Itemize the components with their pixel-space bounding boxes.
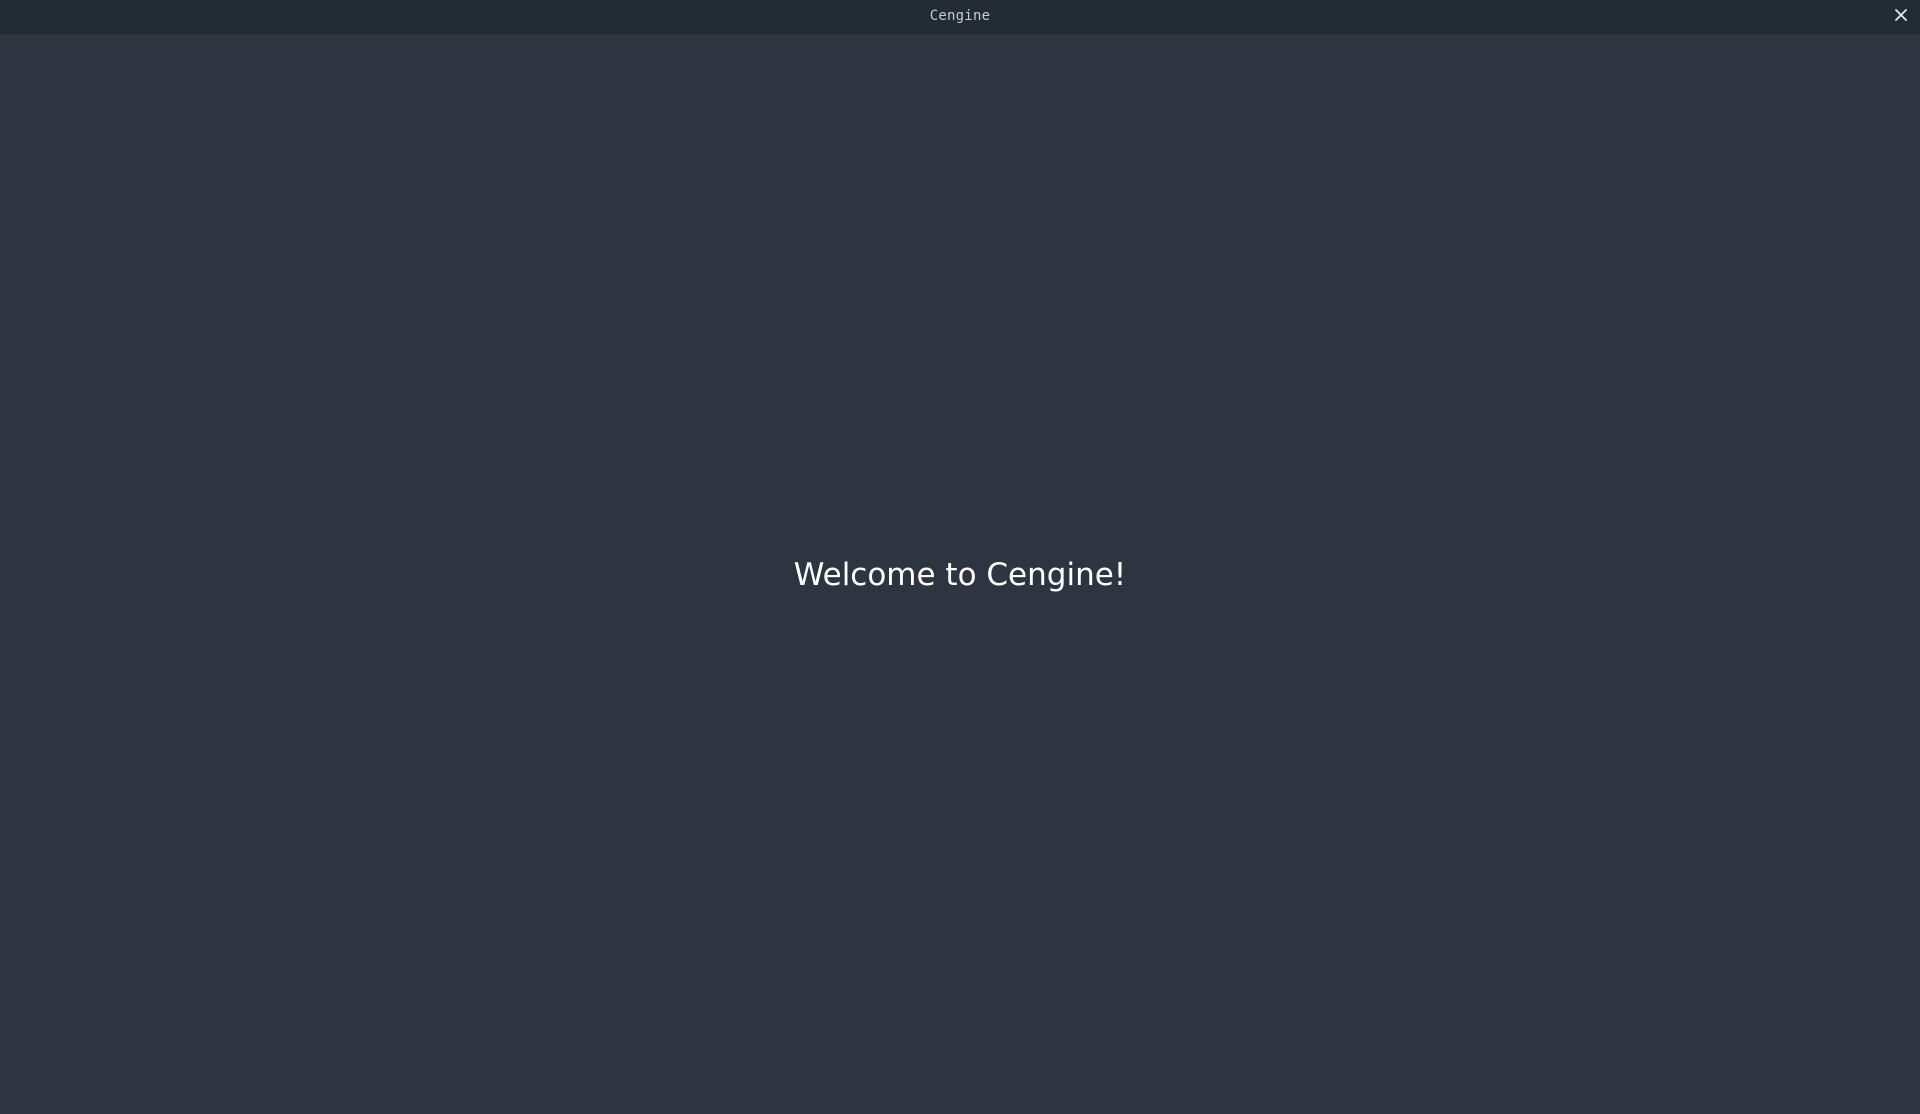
- title-bar[interactable]: Cengine: [0, 0, 1920, 34]
- close-icon: [1895, 8, 1907, 26]
- window-title: Cengine: [929, 8, 991, 24]
- app-window: Cengine Welcome to Cengine!: [0, 0, 1920, 1114]
- close-button[interactable]: [1890, 6, 1912, 28]
- welcome-message: Welcome to Cengine!: [793, 557, 1127, 593]
- main-content: Welcome to Cengine!: [0, 34, 1920, 1114]
